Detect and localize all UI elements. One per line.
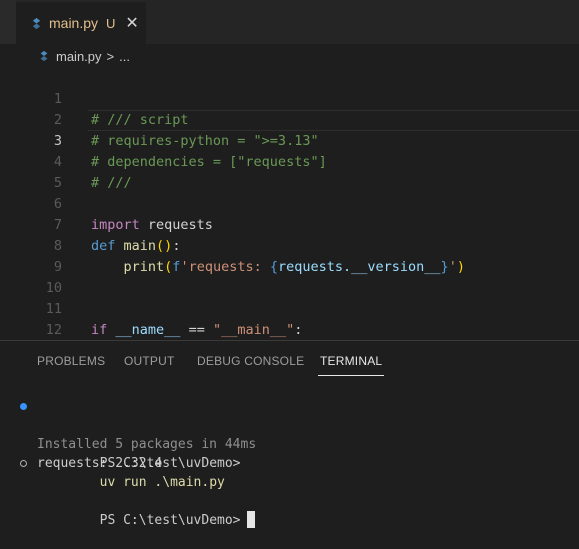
code-line: 12 main() [0,299,579,338]
untracked-badge: U [106,15,116,31]
tab-output[interactable]: OUTPUT [124,354,175,368]
code-line: 4 # /// [0,131,579,191]
code-line: 1 # /// script [0,68,579,128]
tab-file-name: main.py [49,15,99,31]
command-pending-icon[interactable] [20,460,27,467]
tab-bar-gutter [0,0,16,44]
bottom-panel: PROBLEMS OUTPUT DEBUG CONSOLE TERMINAL P… [0,340,579,528]
tab-debug-console[interactable]: DEBUG CONSOLE [197,354,304,368]
code-line: 13 [0,320,579,340]
code-line: 6 import requests [0,173,579,233]
terminal-prompt: PS C:\test\uvDemo> [99,513,241,528]
breadcrumb-separator: > [106,48,115,64]
close-icon[interactable]: ✕ [125,13,138,33]
breadcrumb-file[interactable]: main.py [56,49,102,64]
python-file-icon [32,17,41,29]
code-line: 11 if __name__ == "__main__": [0,278,579,338]
tab-terminal[interactable]: TERMINAL [317,354,385,376]
code-line: 5 [0,152,579,191]
code-line: 2 # requires-python = ">=3.13" [0,89,579,149]
terminal-line: PS C:\test\uvDemo> [0,454,579,528]
tab-problems[interactable]: PROBLEMS [37,354,105,368]
code-line: 7 def main(): [0,194,579,254]
terminal-cursor [246,511,255,528]
tab-main-py[interactable]: main.py U ✕ [16,2,146,44]
terminal-command: uv run .\main.py [99,475,225,490]
editor-tab-bar: main.py U ✕ [0,0,579,44]
terminal-line: Installed 5 packages in 44ms [0,416,579,452]
code-line: 8 print(f'requests: {requests.__version_… [0,215,579,275]
panel-tabs: PROBLEMS OUTPUT DEBUG CONSOLE TERMINAL [0,341,579,379]
breadcrumb-more[interactable]: ... [119,49,130,64]
code-line: 9 [0,236,579,275]
breadcrumb: main.py > ... [0,44,579,68]
command-success-icon[interactable] [20,403,27,410]
code-line-current: 3 # dependencies = ["requests"] [0,110,579,170]
python-file-icon [40,50,48,62]
code-line: 10 [0,257,579,296]
terminal-line: requests: 2.32.4 [0,435,579,471]
terminal-line: PS C:\test\uvDemo> uv run .\main.py [0,397,579,490]
code-editor[interactable]: 1 # /// script 2 # requires-python = ">=… [0,68,579,340]
